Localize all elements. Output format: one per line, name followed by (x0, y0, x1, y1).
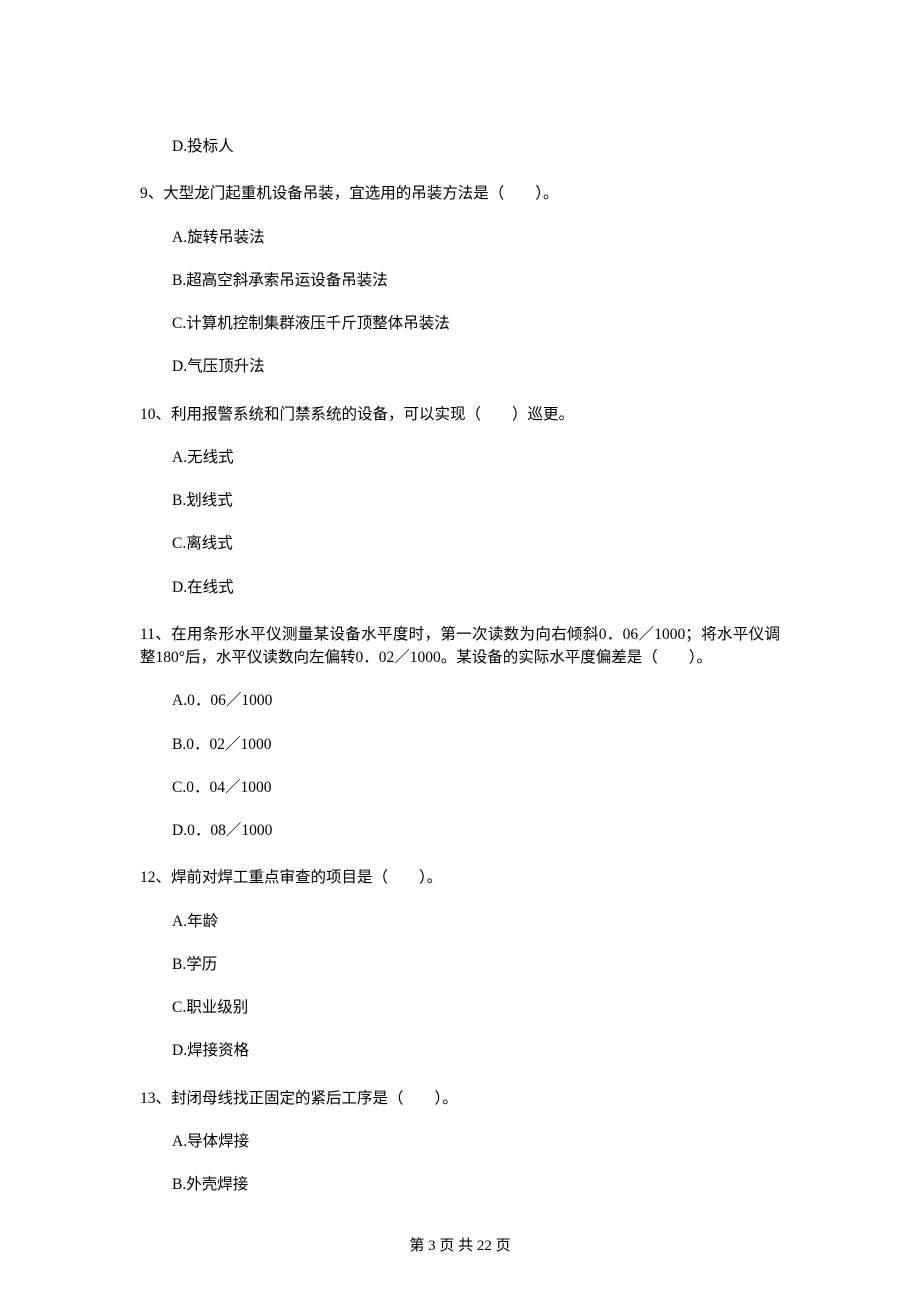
q10-option-a: A.无线式 (140, 446, 780, 469)
question-13: 13、封闭母线找正固定的紧后工序是（ ）。 (140, 1087, 780, 1110)
q11-option-a: A.0．06／1000 (140, 689, 780, 712)
q13-option-b: B.外壳焊接 (140, 1173, 780, 1196)
q10-option-c: C.离线式 (140, 532, 780, 555)
q13-option-a: A.导体焊接 (140, 1130, 780, 1153)
q9-option-b: B.超高空斜承索吊运设备吊装法 (140, 269, 780, 292)
q9-option-d: D.气压顶升法 (140, 355, 780, 378)
question-12: 12、焊前对焊工重点审查的项目是（ ）。 (140, 866, 780, 889)
q12-option-b: B.学历 (140, 953, 780, 976)
q9-option-c: C.计算机控制集群液压千斤顶整体吊装法 (140, 312, 780, 335)
q12-option-d: D.焊接资格 (140, 1039, 780, 1062)
question-11: 11、在用条形水平仪测量某设备水平度时，第一次读数为向右倾斜0．06／1000；… (140, 623, 780, 670)
q11-option-c: C.0．04／1000 (140, 776, 780, 799)
page-footer: 第 3 页 共 22 页 (0, 1235, 920, 1258)
question-9: 9、大型龙门起重机设备吊装，宜选用的吊装方法是（ ）。 (140, 182, 780, 205)
q10-option-d: D.在线式 (140, 576, 780, 599)
q8-option-d: D.投标人 (140, 135, 780, 158)
q11-option-d: D.0．08／1000 (140, 819, 780, 842)
question-10: 10、利用报警系统和门禁系统的设备，可以实现（ ）巡更。 (140, 403, 780, 426)
q10-option-b: B.划线式 (140, 489, 780, 512)
page-content: D.投标人 9、大型龙门起重机设备吊装，宜选用的吊装方法是（ ）。 A.旋转吊装… (0, 0, 920, 1196)
q9-option-a: A.旋转吊装法 (140, 226, 780, 249)
q11-option-b: B.0．02／1000 (140, 733, 780, 756)
q12-option-c: C.职业级别 (140, 996, 780, 1019)
q12-option-a: A.年龄 (140, 910, 780, 933)
